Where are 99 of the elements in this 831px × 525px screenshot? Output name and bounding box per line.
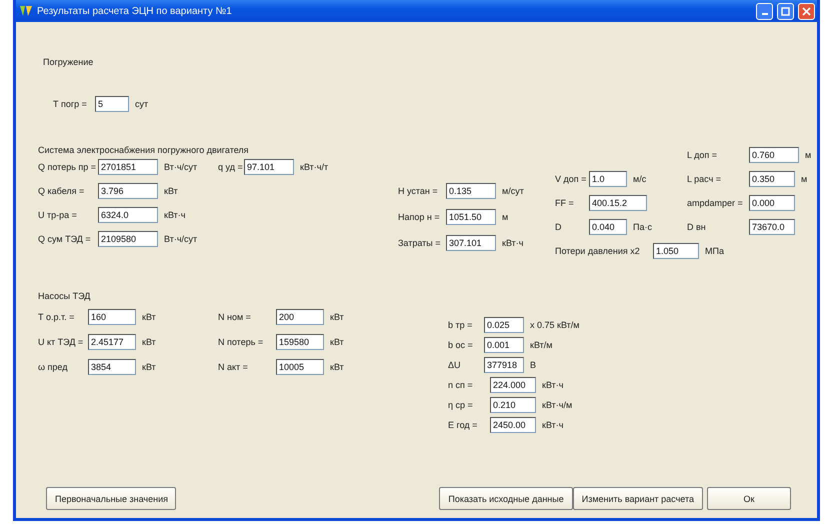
field-label: Q сум ТЭД = [38,234,92,244]
value-field[interactable]: 0.135 [446,183,496,199]
value-field[interactable]: 0.350 [749,171,795,187]
unit-label: кВт [142,337,156,347]
field-label: b тр = [448,320,474,330]
unit-label: м/с [633,174,646,184]
value-field[interactable]: 3854 [88,359,136,375]
field-label: b ос = [448,340,474,350]
unit-label: Вт·ч/сут [164,234,198,244]
value-field[interactable]: 0.000 [749,195,795,211]
maximize-icon [781,6,790,16]
unit-label: кВт [330,362,344,372]
value-field[interactable]: 0.210 [490,397,536,413]
value-field[interactable]: 377918 [484,357,524,373]
field-label: Т погр = [53,99,88,109]
unit-label: кВт·ч [502,238,524,248]
value-field[interactable]: 1051.50 [446,209,496,225]
unit-label: кВт·ч [542,380,564,390]
field-label: n сп = [448,380,474,390]
value-field[interactable]: 400.15.2 [589,195,647,211]
value-field[interactable]: 307.101 [446,235,496,251]
field-label: Q кабеля = [38,186,86,196]
section-heading: Погружение [43,57,94,67]
value-field[interactable]: 2109580 [98,231,158,247]
field-label: L расч = [687,174,722,184]
unit-label: кВт [330,337,344,347]
minimize-button[interactable] [756,2,773,20]
value-field[interactable]: 3.796 [98,183,158,199]
unit-label: кВт·ч [164,210,186,220]
action-button[interactable]: Ок [707,487,791,510]
value-field[interactable]: 0.040 [589,219,627,235]
field-label: D вн [687,222,707,232]
action-button[interactable]: Показать исходные данные [439,487,573,510]
field-label: D [555,222,562,232]
field-label: ω пред [38,362,68,372]
value-field[interactable]: 0.001 [484,337,524,353]
unit-label: кВт [142,362,156,372]
value-field[interactable]: 73670.0 [749,219,795,235]
field-label: ΔU [448,360,462,370]
unit-label: м [805,150,812,160]
unit-label: Вт·ч/сут [164,162,198,172]
field-label: Потери давления х2 [555,246,641,256]
value-field[interactable]: 1.050 [653,243,699,259]
field-label: FF = [555,198,575,208]
unit-label: м [801,174,808,184]
field-label: Е год = [448,420,478,430]
app-icon [19,4,33,18]
value-field[interactable]: 0.760 [749,147,799,163]
field-label: Н устан = [398,186,439,196]
value-field[interactable]: 97.101 [244,159,294,175]
value-field[interactable]: 2701851 [98,159,158,175]
field-label: ampdamper = [687,198,744,208]
value-field[interactable]: 6324.0 [98,207,158,223]
value-field[interactable]: 0.025 [484,317,524,333]
window-title: Результаты расчета ЭЦН по варианту №1 [37,6,233,16]
unit-label: м/сут [502,186,524,196]
close-button[interactable] [798,2,815,20]
field-label: η ср = [448,400,474,410]
maximize-button[interactable] [777,2,794,20]
value-field[interactable]: 200 [276,309,324,325]
value-field[interactable]: 1.0 [589,171,627,187]
field-label: U кт ТЭД = [38,337,84,347]
field-label: N потерь = [218,337,264,347]
value-field[interactable]: 160 [88,309,136,325]
unit-label: кВт [164,186,178,196]
field-label: q уд = [218,162,244,172]
unit-label: Па·с [633,222,652,232]
field-label: L доп = [687,150,718,160]
field-label: Q потерь пр = [38,162,98,172]
field-label: Напор н = [398,212,441,222]
unit-label: м [502,212,508,222]
unit-label: кВт·ч/т [300,162,328,172]
value-field[interactable]: 5 [95,96,129,112]
action-button[interactable]: Изменить вариант расчета [572,487,703,510]
close-icon [802,6,811,16]
section-heading: Насосы ТЭД [38,291,90,301]
value-field[interactable]: 2450.00 [490,417,536,433]
field-label: N ном = [218,312,252,322]
unit-label: МПа [705,246,724,256]
unit-label: кВт [142,312,156,322]
reset-button[interactable]: Первоначальные значения [46,487,176,510]
unit-label: х 0.75 кВт/м [530,320,580,330]
minimize-icon [762,13,768,15]
unit-label: В [530,360,536,370]
field-label: Т о.р.т. = [38,312,76,322]
value-field[interactable]: 10005 [276,359,324,375]
value-field[interactable]: 2.45177 [88,334,136,350]
field-label: N акт = [218,362,249,372]
field-label: V доп = [555,174,588,184]
unit-label: кВт [330,312,344,322]
value-field[interactable]: 159580 [276,334,324,350]
section-heading: Система электроснабжения погружного двигателя [38,145,249,155]
field-label: Затраты = [398,238,442,248]
unit-label: сут [135,99,148,109]
unit-label: кВт/м [530,340,552,350]
field-label: U тр-ра = [38,210,78,220]
unit-label: кВт·ч/м [542,400,572,410]
value-field[interactable]: 224.000 [490,377,536,393]
unit-label: кВт·ч [542,420,564,430]
